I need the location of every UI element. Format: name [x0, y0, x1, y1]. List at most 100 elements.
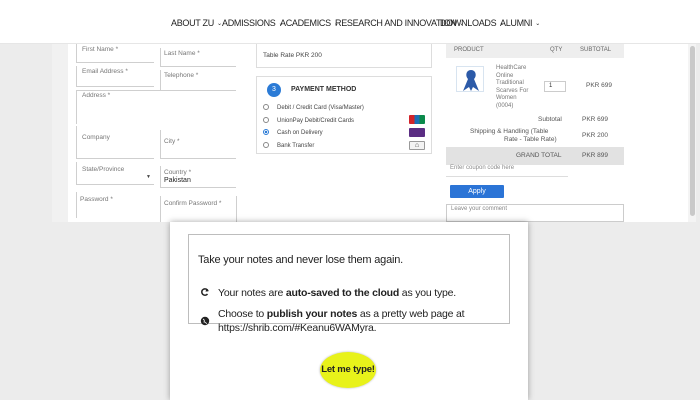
telephone-label: Telephone * — [164, 72, 199, 79]
promo-bullet-publish: Choose to publish your notes as a pretty… — [218, 307, 465, 335]
order-review: PRODUCT QTY SUBTOTAL HealthCare Online T… — [446, 44, 624, 165]
nav-academics-label: ACADEMICS — [280, 18, 331, 28]
publish-url[interactable]: https://shrib.com/#Keanu6WAMyra. — [218, 321, 464, 335]
promo-bullet-autosave: Your notes are auto-saved to the cloud a… — [218, 286, 456, 300]
nav-about[interactable]: ABOUT ZU ⌄ — [171, 18, 222, 28]
confirm-password-label: Confirm Password * — [164, 200, 222, 207]
nav-admissions[interactable]: ADMISSIONS ⌄ — [222, 18, 284, 28]
product-thumbnail[interactable] — [456, 66, 484, 92]
radio-button[interactable] — [263, 142, 269, 148]
product-name-line: Traditional — [496, 80, 524, 86]
item-price: PKR 699 — [586, 82, 613, 89]
step-number-badge: 3 — [267, 83, 281, 97]
header-qty: QTY — [550, 47, 563, 53]
comment-textarea[interactable]: Leave your comment — [446, 204, 624, 222]
sync-icon — [201, 288, 209, 296]
nav-alumni[interactable]: ALUMNI ⌄ — [500, 18, 540, 28]
payment-option-label: Cash on Delivery — [277, 130, 323, 136]
comment-placeholder: Leave your comment — [451, 206, 508, 212]
company-label: Company — [82, 134, 110, 141]
payment-option-label: Bank Transfer — [277, 143, 315, 149]
scrollbar-thumb[interactable] — [690, 46, 695, 216]
payment-option-bank[interactable]: Bank Transfer — [263, 142, 314, 149]
top-navigation: ABOUT ZU ⌄ ADMISSIONS ⌄ ACADEMICS ⌄ RESEARC… — [0, 0, 700, 44]
city-field[interactable]: City * — [160, 130, 238, 160]
radio-button-selected[interactable] — [263, 129, 269, 135]
shipping-label: Shipping & Handling (Table — [470, 128, 549, 135]
email-label: Email Address * — [82, 68, 128, 75]
unionpay-icon — [409, 115, 425, 124]
nav-academics[interactable]: ACADEMICS ⌄ — [280, 18, 339, 28]
bullet-text: Your notes are — [218, 287, 286, 299]
payment-option-label: UnionPay Debit/Credit Cards — [277, 118, 355, 124]
password-field[interactable]: Password * — [76, 192, 156, 218]
header-product: PRODUCT — [454, 47, 484, 53]
payment-option-label: Debit / Credit Card (Visa/Master) — [277, 105, 364, 111]
bullet-text: as a pretty web page at — [357, 308, 465, 320]
last-name-label: Last Name * — [164, 50, 200, 57]
last-name-field[interactable]: Last Name * — [160, 48, 238, 68]
product-name-line: HealthCare — [496, 65, 527, 71]
header-subtotal: SUBTOTAL — [580, 47, 612, 53]
first-name-field[interactable]: First Name * — [76, 44, 156, 64]
dropdown-arrow-icon: ▼ — [146, 174, 151, 180]
state-select[interactable]: State/Province ▼ — [76, 162, 156, 186]
payment-option-cod[interactable]: Cash on Delivery — [263, 129, 323, 136]
subtotal-label: Subtotal — [538, 116, 562, 123]
cta-label: Let me type! — [321, 364, 375, 375]
payment-option-card[interactable]: Debit / Credit Card (Visa/Master) — [263, 104, 364, 111]
promo-tagline: Take your notes and never lose them agai… — [198, 254, 404, 266]
address-label: Address * — [82, 92, 111, 99]
shipping-label-cont: Rate - Table Rate) — [504, 136, 557, 143]
apply-label: Apply — [468, 188, 486, 195]
subtotal-value: PKR 699 — [582, 116, 609, 123]
product-name[interactable]: HealthCare Online Traditional Scarves Fo… — [496, 65, 538, 110]
cash-icon — [409, 128, 425, 137]
coupon-input[interactable]: Enter coupon code here — [446, 165, 568, 177]
bullet-text: as you type. — [399, 287, 457, 299]
state-label: State/Province — [82, 166, 125, 173]
let-me-type-button[interactable]: Let me type! — [320, 352, 376, 388]
bullet-emphasis: auto-saved to the cloud — [285, 287, 400, 299]
page-gutter — [52, 44, 68, 222]
order-table-header: PRODUCT QTY SUBTOTAL — [446, 44, 624, 58]
chevron-down-icon: ⌄ — [535, 21, 540, 27]
chevron-down-icon: ⌄ — [216, 21, 222, 27]
payment-method-title: PAYMENT METHOD — [291, 86, 357, 93]
globe-icon — [200, 316, 210, 326]
apply-coupon-button[interactable]: Apply — [450, 185, 504, 198]
shipping-rate-box: Table Rate PKR 200 — [256, 44, 432, 68]
product-name-line: Scarves For — [496, 87, 529, 94]
product-name-line: (0004) — [496, 102, 514, 109]
first-name-label: First Name * — [82, 46, 119, 53]
country-select[interactable]: Country * Pakistan — [160, 166, 238, 190]
confirm-password-field[interactable]: Confirm Password * — [160, 196, 238, 222]
coupon-placeholder: Enter coupon code here — [450, 165, 515, 171]
grand-total-row: GRAND TOTAL PKR 899 — [446, 147, 624, 165]
shipping-value: PKR 200 — [582, 132, 609, 139]
nav-alumni-label: ALUMNI — [500, 18, 533, 28]
product-name-line: Online — [496, 72, 514, 79]
grand-total-value: PKR 899 — [582, 152, 609, 159]
quantity-value: 1 — [549, 83, 553, 89]
bullet-emphasis: publish your notes — [266, 308, 358, 320]
city-label: City * — [164, 138, 180, 145]
radio-button[interactable] — [263, 117, 269, 123]
quantity-stepper[interactable]: 1 — [544, 81, 566, 92]
nav-downloads-label: DOWNLOADS — [440, 18, 497, 28]
nav-research-label: RESEARCH AND INNOVATION — [335, 18, 457, 28]
password-label: Password * — [80, 196, 113, 203]
address-field[interactable]: Address * — [76, 90, 238, 124]
nav-about-label: ABOUT ZU — [171, 18, 214, 28]
payment-method-section: 3 PAYMENT METHOD Debit / Credit Card (Vi… — [256, 76, 432, 154]
shipping-rate-text: Table Rate PKR 200 — [263, 52, 322, 59]
payment-option-unionpay[interactable]: UnionPay Debit/Credit Cards — [263, 117, 354, 124]
email-field[interactable]: Email Address * — [76, 66, 156, 88]
nav-admissions-label: ADMISSIONS — [222, 18, 276, 28]
bullet-text: Choose to — [218, 308, 267, 320]
radio-button[interactable] — [263, 104, 269, 110]
company-field[interactable]: Company — [76, 126, 156, 160]
grand-total-label: GRAND TOTAL — [516, 152, 562, 159]
nav-downloads[interactable]: DOWNLOADS ⌄ — [440, 18, 504, 28]
telephone-field[interactable]: Telephone * — [160, 70, 238, 92]
